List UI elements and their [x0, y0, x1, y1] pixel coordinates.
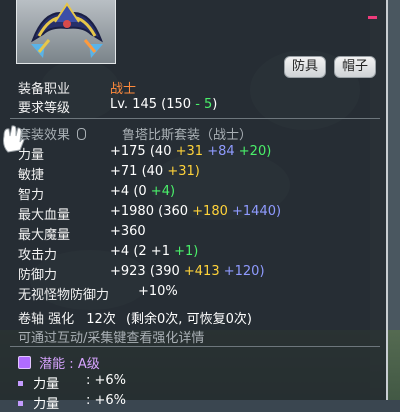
stat-value: +4 (0 +4): [110, 184, 176, 199]
required-level-row: 要求等级 Lv. 145 (150 - 5): [18, 97, 217, 116]
mouse-icon: [77, 128, 87, 140]
stat-row-defense: 防御力 +923 (390 +413 +120): [18, 264, 265, 283]
scroll-upgrade-count: 12次: [86, 312, 116, 327]
stat-value: +1980 (360 +180 +1440): [110, 204, 282, 219]
close-icon[interactable]: [368, 16, 377, 19]
stat-label: 攻击力: [18, 248, 58, 263]
scroll-upgrade-row: 卷轴 强化 12次 (剩余0次, 可恢复0次): [18, 308, 252, 327]
stat-value: +175 (40 +31 +84 +20): [110, 144, 272, 159]
potential-header: 潜能 : A级: [18, 353, 100, 372]
required-level-label: 要求等级: [18, 101, 71, 116]
stat-value: +4 (2 +1 +1): [110, 244, 199, 259]
potential-icon: [18, 356, 31, 369]
stat-label: 智力: [18, 188, 45, 203]
potential-line: 力量 : +6%: [18, 373, 126, 392]
set-effect-name: 鲁塔比斯套装（战士）: [122, 128, 253, 143]
required-job-row: 装备职业 战士: [18, 78, 136, 97]
upgrade-hint: 可通过互动/采集键查看强化详情: [18, 331, 205, 346]
stat-value: +923 (390 +413 +120): [110, 264, 265, 279]
stat-row-attack: 攻击力 +4 (2 +1 +1): [18, 244, 198, 263]
scroll-upgrade-detail: (剩余0次, 可恢复0次): [125, 312, 252, 327]
stat-row-dex: 敏捷 +71 (40 +31): [18, 164, 200, 183]
required-job-label: 装备职业: [18, 82, 71, 97]
divider: [10, 118, 380, 119]
stat-label: 无视怪物防御力: [18, 288, 110, 303]
stat-label: 敏捷: [18, 168, 45, 183]
stat-value: +71 (40 +31): [110, 164, 200, 179]
stat-row-max-mp: 最大魔量 +360: [18, 224, 146, 243]
bullet-icon: [18, 401, 23, 406]
stat-label: 最大魔量: [18, 228, 71, 243]
bullet-icon: [18, 381, 23, 386]
stat-value: +10%: [138, 284, 178, 299]
potential-grade: A级: [77, 357, 100, 372]
stat-row-str: 力量 +175 (40 +31 +84 +20): [18, 144, 271, 163]
divider: [10, 346, 380, 347]
item-tooltip: 防具 帽子 装备职业 战士 要求等级 Lv. 145 (150 - 5) 套装效…: [0, 0, 388, 412]
stat-label: 力量: [18, 148, 45, 163]
stat-label: 最大血量: [18, 208, 71, 223]
required-level-value: Lv. 145 (150 - 5): [110, 97, 218, 112]
item-image-frame: [16, 0, 116, 64]
stat-row-int: 智力 +4 (0 +4): [18, 184, 175, 203]
stat-row-max-hp: 最大血量 +1980 (360 +180 +1440): [18, 204, 281, 223]
stat-value: +360: [110, 224, 146, 239]
category-tag-hat: 帽子: [334, 56, 377, 78]
potential-label: 潜能: [39, 357, 66, 372]
stat-row-ignore-defense: 无视怪物防御力 +10%: [18, 284, 178, 303]
potential-line: 力量 : +6%: [18, 393, 126, 412]
set-effect-row: 套装效果 鲁塔比斯套装（战士）: [18, 124, 252, 143]
scroll-upgrade-label: 卷轴 强化: [18, 312, 75, 327]
stat-label: 防御力: [18, 268, 58, 283]
required-job-value: 战士: [110, 82, 137, 97]
helmet-item-icon: [31, 2, 103, 58]
category-tag-armor: 防具: [284, 56, 327, 78]
